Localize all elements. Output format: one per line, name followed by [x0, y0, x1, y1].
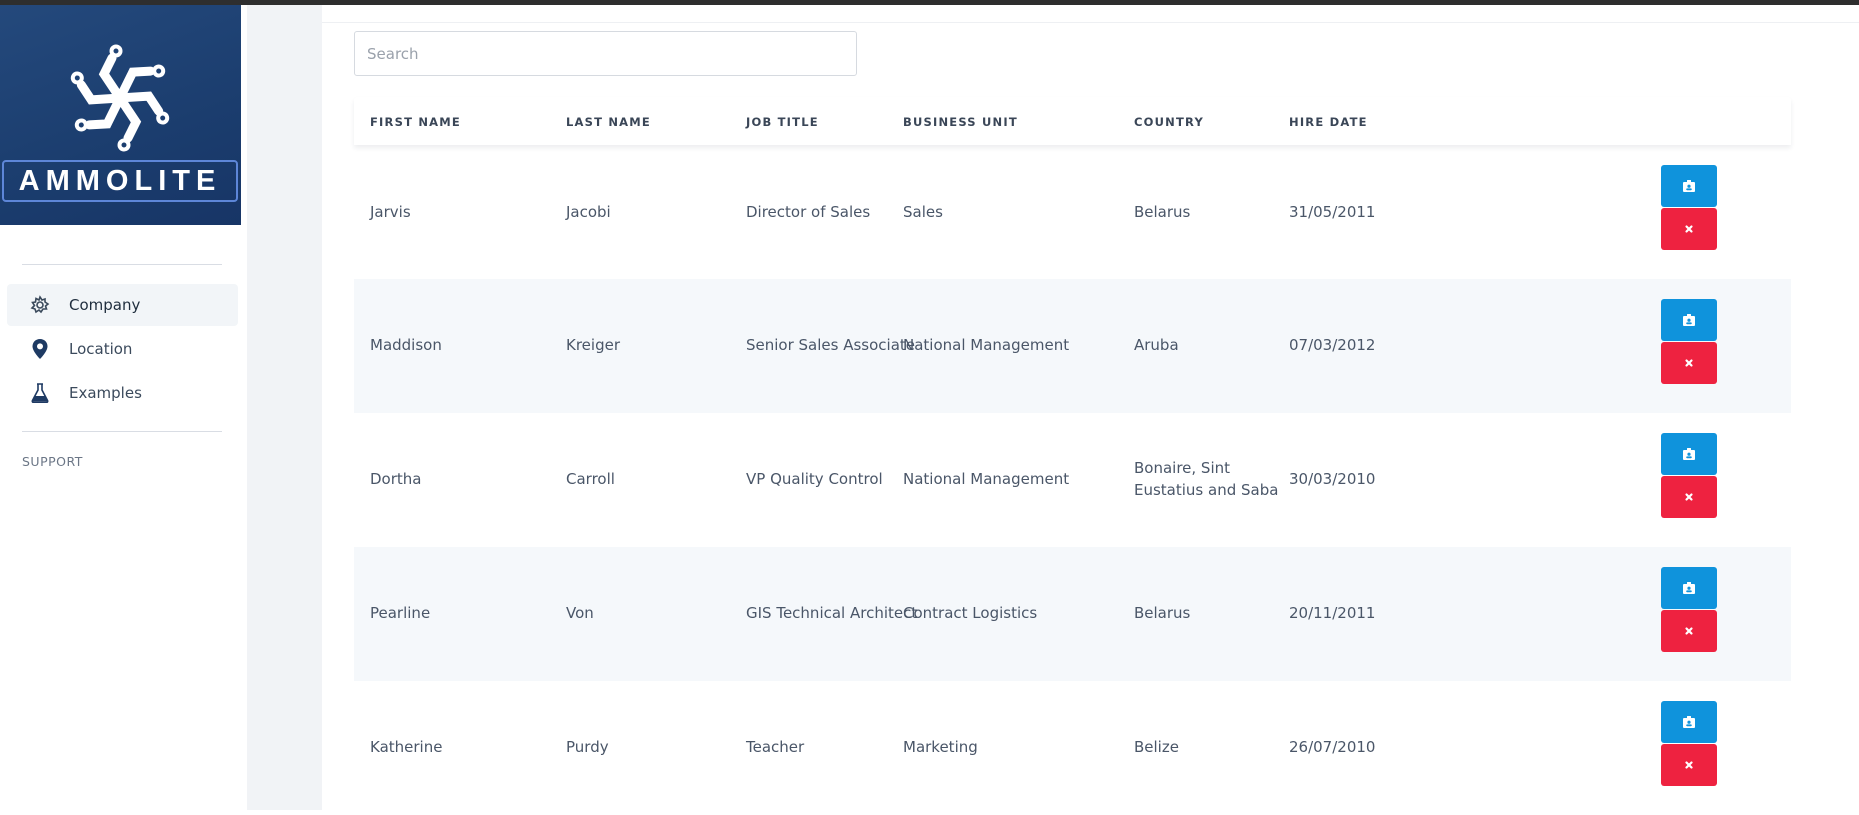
- table-row: Pearline Von GIS Technical Architect Con…: [354, 547, 1791, 681]
- sidebar-gutter: [247, 5, 277, 810]
- cell-business-unit: Sales: [903, 203, 943, 221]
- edit-button[interactable]: [1661, 433, 1717, 475]
- close-icon: [1685, 359, 1693, 367]
- cell-job-title: VP Quality Control: [746, 470, 883, 488]
- cell-last-name: Purdy: [566, 738, 609, 756]
- delete-button[interactable]: [1661, 610, 1717, 652]
- cell-country: Belarus: [1134, 604, 1191, 622]
- cell-last-name: Kreiger: [566, 336, 620, 354]
- cell-first-name: Dortha: [370, 470, 422, 488]
- location-pin-icon: [29, 338, 51, 360]
- cell-hire-date: 30/03/2010: [1289, 470, 1376, 488]
- edit-button[interactable]: [1661, 701, 1717, 743]
- id-card-icon: [1683, 448, 1695, 460]
- main-content: FIRST NAME LAST NAME JOB TITLE BUSINESS …: [277, 5, 1859, 810]
- sidebar-item-label: Company: [69, 296, 141, 314]
- cell-business-unit: Marketing: [903, 738, 978, 756]
- id-card-icon: [1683, 716, 1695, 728]
- id-card-icon: [1683, 582, 1695, 594]
- column-header-business-unit[interactable]: BUSINESS UNIT: [903, 115, 1018, 129]
- sidebar-section-support: SUPPORT: [22, 454, 83, 469]
- cell-country: Belize: [1134, 738, 1179, 756]
- column-header-job-title[interactable]: JOB TITLE: [746, 115, 819, 129]
- column-header-country[interactable]: COUNTRY: [1134, 115, 1204, 129]
- column-header-last-name[interactable]: LAST NAME: [566, 115, 651, 129]
- company-icon: [29, 294, 51, 316]
- sidebar-item-examples[interactable]: Examples: [7, 372, 238, 414]
- employees-panel: FIRST NAME LAST NAME JOB TITLE BUSINESS …: [322, 5, 1859, 810]
- cell-job-title: Teacher: [746, 738, 805, 756]
- brand-wordmark: AMMOLITE: [2, 160, 238, 202]
- brand-logo[interactable]: AMMOLITE: [0, 5, 241, 225]
- cell-job-title: GIS Technical Architect: [746, 604, 918, 622]
- table-header: FIRST NAME LAST NAME JOB TITLE BUSINESS …: [354, 97, 1791, 145]
- sidebar-item-company[interactable]: Company: [7, 284, 238, 326]
- cell-hire-date: 20/11/2011: [1289, 604, 1376, 622]
- sidebar-divider: [22, 264, 222, 265]
- sidebar-item-label: Location: [69, 340, 133, 358]
- cell-last-name: Carroll: [566, 470, 615, 488]
- table-row: Katherine Purdy Teacher Marketing Belize…: [354, 681, 1791, 815]
- panel-divider: [322, 22, 1859, 23]
- table-row: Jarvis Jacobi Director of Sales Sales Be…: [354, 145, 1791, 279]
- cell-country: Aruba: [1134, 336, 1179, 354]
- delete-button[interactable]: [1661, 342, 1717, 384]
- cell-last-name: Von: [566, 604, 594, 622]
- cell-business-unit: National Management: [903, 470, 1070, 488]
- id-card-icon: [1683, 180, 1695, 192]
- flask-icon: [29, 382, 51, 404]
- cell-hire-date: 07/03/2012: [1289, 336, 1376, 354]
- cell-business-unit: National Management: [903, 336, 1070, 354]
- cell-job-title: Senior Sales Associate: [746, 336, 916, 354]
- close-icon: [1685, 493, 1693, 501]
- search-input[interactable]: [354, 31, 857, 76]
- delete-button[interactable]: [1661, 476, 1717, 518]
- cell-last-name: Jacobi: [566, 203, 611, 221]
- id-card-icon: [1683, 314, 1695, 326]
- cell-first-name: Pearline: [370, 604, 431, 622]
- ammolite-logo-icon: [60, 44, 180, 156]
- sidebar-divider: [22, 431, 222, 432]
- edit-button[interactable]: [1661, 567, 1717, 609]
- edit-button[interactable]: [1661, 165, 1717, 207]
- sidebar: AMMOLITE Company Location Examples SUPPO…: [0, 5, 248, 810]
- delete-button[interactable]: [1661, 208, 1717, 250]
- table-row: Dortha Carroll VP Quality Control Nation…: [354, 413, 1791, 547]
- close-icon: [1685, 225, 1693, 233]
- close-icon: [1685, 627, 1693, 635]
- cell-first-name: Katherine: [370, 738, 443, 756]
- sidebar-item-location[interactable]: Location: [7, 328, 238, 370]
- cell-job-title: Director of Sales: [746, 203, 871, 221]
- cell-first-name: Maddison: [370, 336, 442, 354]
- edit-button[interactable]: [1661, 299, 1717, 341]
- cell-first-name: Jarvis: [370, 203, 411, 221]
- sidebar-item-label: Examples: [69, 384, 142, 402]
- cell-country: Bonaire, Sint Eustatius and Saba: [1134, 459, 1279, 499]
- delete-button[interactable]: [1661, 744, 1717, 786]
- table-row: Maddison Kreiger Senior Sales Associate …: [354, 279, 1791, 413]
- close-icon: [1685, 761, 1693, 769]
- cell-country: Belarus: [1134, 203, 1191, 221]
- cell-hire-date: 26/07/2010: [1289, 738, 1376, 756]
- cell-hire-date: 31/05/2011: [1289, 203, 1376, 221]
- column-header-hire-date[interactable]: HIRE DATE: [1289, 115, 1368, 129]
- column-header-first-name[interactable]: FIRST NAME: [370, 115, 461, 129]
- cell-business-unit: Contract Logistics: [903, 604, 1038, 622]
